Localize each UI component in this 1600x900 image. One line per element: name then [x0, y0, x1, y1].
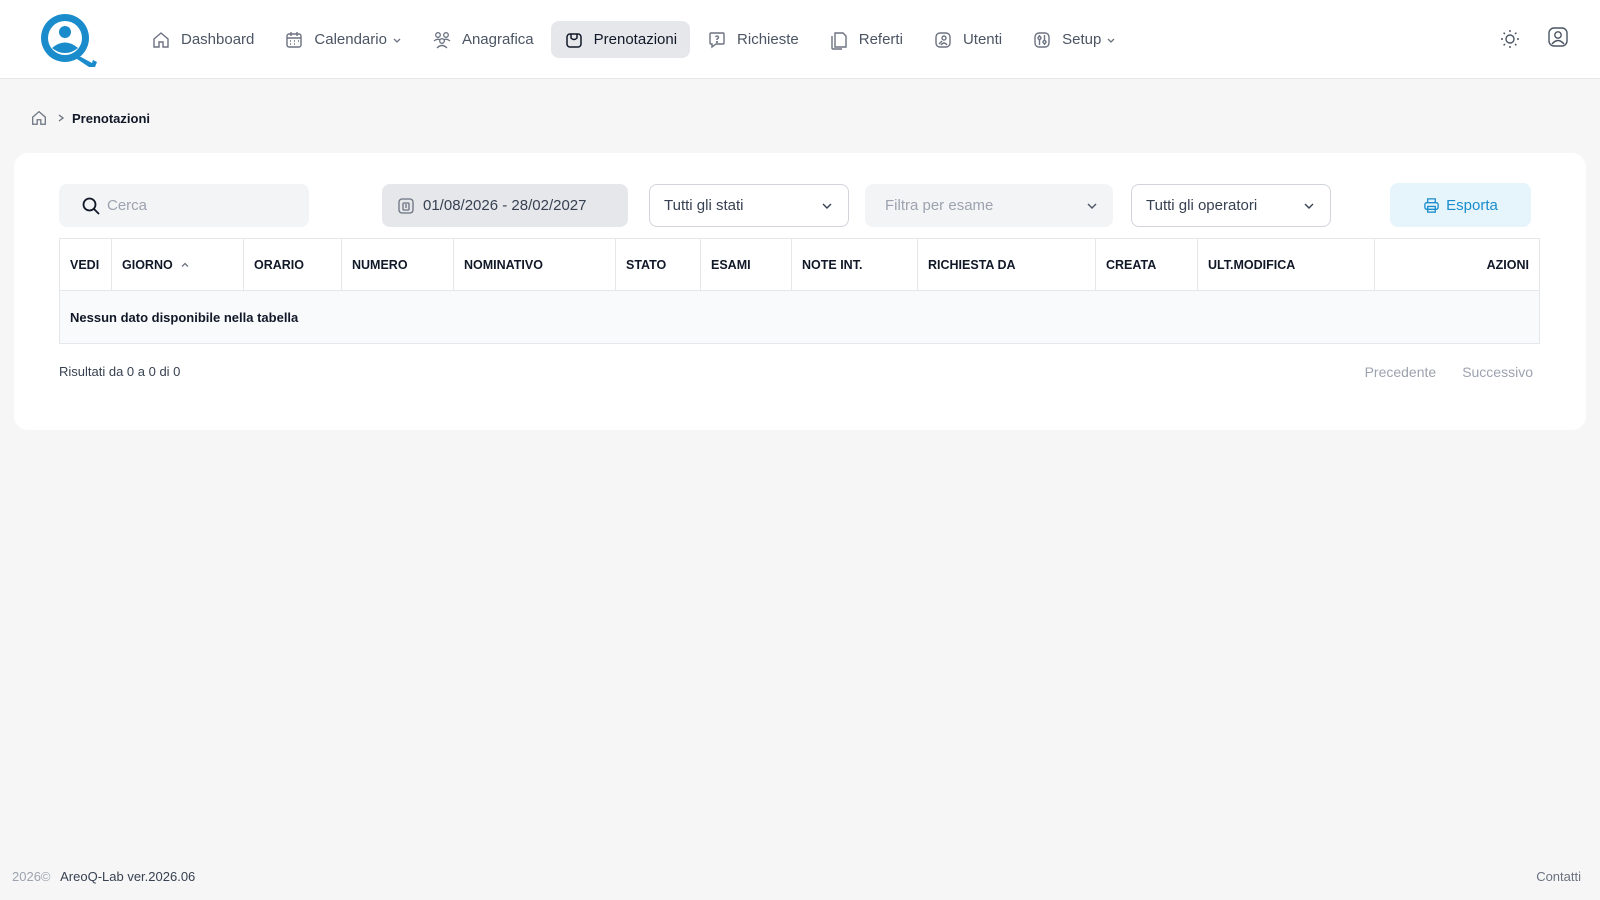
status-filter-select[interactable]: Tutti gli stati [649, 184, 849, 227]
column-header-giorno[interactable]: GIORNO [112, 239, 244, 291]
search-icon [82, 197, 100, 215]
chevron-down-icon [393, 38, 401, 43]
footer: 2026© AreoQ-Lab ver.2026.06 [12, 869, 195, 884]
footer-app-version: AreoQ-Lab ver.2026.06 [60, 869, 196, 884]
settings-icon [1034, 31, 1050, 48]
printer-icon [1424, 197, 1439, 213]
nav-item-calendario[interactable]: Calendario [271, 21, 415, 58]
operator-filter-value: Tutti gli operatori [1146, 197, 1258, 214]
chevron-down-icon [1087, 203, 1097, 209]
status-filter-value: Tutti gli stati [664, 197, 744, 214]
nav-item-label: Setup [1062, 31, 1102, 48]
column-header-esami[interactable]: ESAMI [701, 239, 792, 291]
calendar-icon [286, 31, 303, 48]
pagination: Precedente Successivo [1365, 364, 1533, 380]
column-header-ult-modifica[interactable]: ULT.MODIFICA [1198, 239, 1375, 291]
results-info: Risultati da 0 a 0 di 0 [59, 364, 181, 379]
column-header-richiesta-da[interactable]: RICHIESTA DA [918, 239, 1096, 291]
question-icon [709, 31, 725, 48]
column-header-note-int[interactable]: NOTE INT. [792, 239, 918, 291]
nav-item-richieste[interactable]: Richieste [694, 21, 812, 58]
column-header-numero[interactable]: NUMERO [342, 239, 454, 291]
date-range-picker[interactable]: 01/08/2026 - 28/02/2027 [382, 184, 628, 227]
home-icon [153, 31, 169, 48]
footer-year: 2026© [12, 869, 51, 884]
nav-item-label: Prenotazioni [593, 31, 678, 48]
sun-icon[interactable] [1499, 28, 1521, 50]
operator-filter-select[interactable]: Tutti gli operatori [1131, 184, 1331, 227]
chevron-down-icon [1304, 203, 1314, 209]
column-header-azioni: AZIONI [1486, 258, 1529, 272]
user-icon[interactable] [1547, 26, 1569, 48]
nav-item-label: Referti [858, 31, 903, 48]
search-box[interactable] [59, 184, 309, 227]
documents-icon [831, 31, 847, 50]
column-header-label: GIORNO [122, 258, 173, 272]
chevron-down-icon [822, 203, 832, 209]
nav-item-label: Richieste [737, 31, 799, 48]
nav-item-anagrafica[interactable]: Anagrafica [419, 21, 547, 58]
nav-item-label: Anagrafica [461, 31, 534, 48]
calendar-icon [398, 197, 414, 214]
search-input[interactable] [107, 197, 287, 214]
nav-item-setup[interactable]: Setup [1019, 21, 1129, 58]
nav-item-prenotazioni[interactable]: Prenotazioni [550, 21, 691, 58]
chevron-right-icon [58, 114, 65, 122]
exam-filter-placeholder: Filtra per esame [885, 197, 994, 214]
column-header-vedi[interactable]: VEDI [60, 239, 112, 291]
export-button[interactable]: Esporta [1390, 183, 1531, 227]
empty-table-message: Nessun dato disponibile nella tabella [60, 291, 1539, 343]
export-label: Esporta [1446, 196, 1498, 214]
sort-ascending-icon [181, 262, 189, 267]
nav-item-label: Calendario [314, 31, 387, 48]
column-header-nominativo[interactable]: NOMINATIVO [454, 239, 616, 291]
booking-icon [565, 32, 582, 48]
bookings-card: 01/08/2026 - 28/02/2027 Tutti gli stati … [14, 153, 1586, 430]
nav-item-label: Dashboard [181, 31, 255, 48]
breadcrumb-current: Prenotazioni [72, 110, 151, 126]
nav-item-utenti[interactable]: Utenti [920, 21, 1015, 58]
table-header: VEDI GIORNO ORARIO NUMERO NOMINATIVO STA… [60, 239, 1539, 291]
column-header-stato[interactable]: STATO [616, 239, 701, 291]
breadcrumb: Prenotazioni [30, 108, 150, 128]
nav-item-dashboard[interactable]: Dashboard [138, 21, 267, 58]
chevron-down-icon [1107, 38, 1115, 43]
date-range-value: 01/08/2026 - 28/02/2027 [423, 197, 587, 214]
q-logo-icon[interactable] [37, 11, 99, 69]
contacts-link[interactable]: Contatti [1536, 869, 1581, 884]
people-icon [433, 31, 451, 48]
column-header-orario[interactable]: ORARIO [244, 239, 342, 291]
top-navbar: Dashboard Calendario Anagrafica Prenotaz… [0, 0, 1600, 79]
column-header-creata[interactable]: CREATA [1096, 239, 1198, 291]
nav-item-label: Utenti [962, 31, 1003, 48]
home-icon[interactable] [30, 109, 48, 127]
main-nav: Dashboard Calendario Anagrafica Prenotaz… [138, 21, 1133, 58]
next-page-button[interactable]: Successivo [1462, 364, 1533, 380]
nav-item-referti[interactable]: Referti [816, 21, 916, 58]
user-badge-icon [935, 31, 951, 48]
exam-filter-select[interactable]: Filtra per esame [865, 184, 1113, 227]
previous-page-button[interactable]: Precedente [1365, 364, 1437, 380]
bookings-table: VEDI GIORNO ORARIO NUMERO NOMINATIVO STA… [59, 238, 1540, 344]
